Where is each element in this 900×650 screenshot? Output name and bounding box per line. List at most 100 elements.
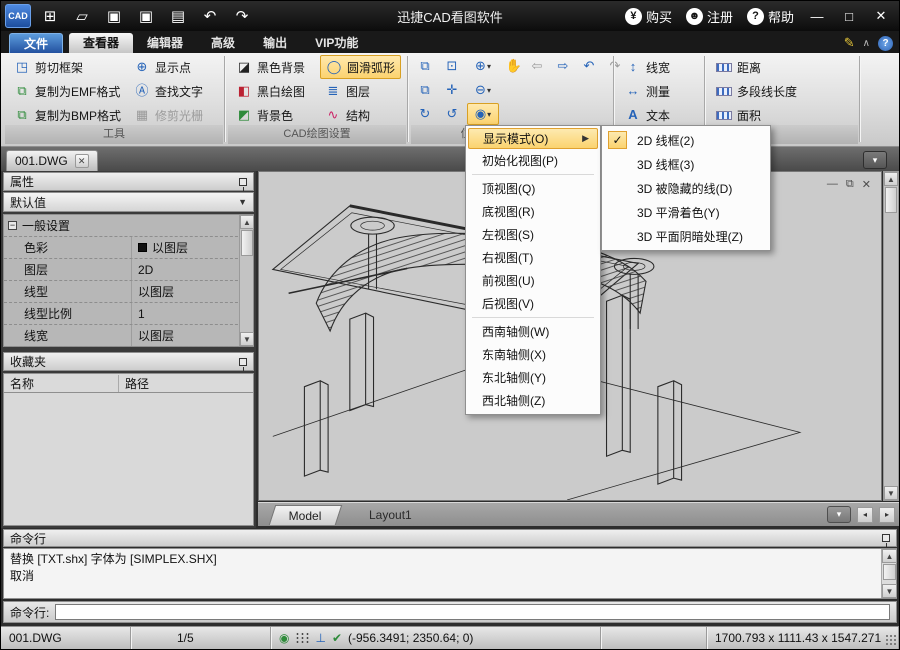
tab-model[interactable]: Model bbox=[268, 504, 342, 525]
find-text-button[interactable]: Ⓐ 查找文字 bbox=[129, 79, 208, 103]
scroll-thumb[interactable] bbox=[883, 564, 896, 580]
snap-icon[interactable]: ◉ bbox=[279, 631, 289, 645]
tab-output[interactable]: 输出 bbox=[249, 33, 301, 53]
menu-item-left-view[interactable]: 左视图(S) bbox=[468, 223, 598, 246]
text-button[interactable]: A 文本 bbox=[620, 103, 675, 127]
save-button[interactable]: ▣ bbox=[101, 4, 127, 28]
property-row-linetype-scale[interactable]: 线型比例 1 bbox=[4, 303, 253, 325]
new-file-button[interactable]: ⊞ bbox=[37, 4, 63, 28]
scroll-right-icon[interactable]: ▸ bbox=[879, 506, 895, 523]
menu-item-ne-iso[interactable]: 东北轴侧(Y) bbox=[468, 366, 598, 389]
orbit-button[interactable]: ↺ bbox=[440, 103, 464, 125]
canvas-vertical-scrollbar[interactable]: ▲ ▼ bbox=[883, 171, 899, 501]
nav-forward-button[interactable]: ⇨ bbox=[551, 55, 575, 77]
close-tab-icon[interactable]: ✕ bbox=[74, 154, 89, 168]
polyline-length-button[interactable]: 多段线长度 bbox=[711, 79, 802, 103]
copy-emf-button[interactable]: ⧉ 复制为EMF格式 bbox=[9, 79, 126, 103]
redo-button[interactable]: ↷ bbox=[229, 4, 255, 28]
property-row-color[interactable]: 色彩 以图层 bbox=[4, 237, 253, 259]
favorites-list[interactable] bbox=[3, 393, 254, 526]
property-group-row[interactable]: − 一般设置 bbox=[4, 215, 253, 237]
layout-list-chevron-button[interactable]: ▾ bbox=[827, 506, 851, 523]
zoom-in-button[interactable]: ⊕ ▾ bbox=[467, 55, 499, 77]
submenu-item-3d-wireframe[interactable]: 3D 线框(3) bbox=[604, 152, 768, 176]
collapse-ribbon-icon[interactable]: ∧ bbox=[863, 38, 870, 49]
show-points-button[interactable]: ⊕ 显示点 bbox=[129, 55, 208, 79]
paste-view-button[interactable]: ⧉ bbox=[413, 55, 437, 77]
tab-editor[interactable]: 编辑器 bbox=[133, 33, 197, 53]
scroll-thumb[interactable] bbox=[885, 187, 897, 213]
submenu-item-3d-hidden-lines[interactable]: 3D 被隐藏的线(D) bbox=[604, 176, 768, 200]
undo-button[interactable]: ↶ bbox=[197, 4, 223, 28]
scroll-up-icon[interactable]: ▲ bbox=[882, 549, 897, 563]
bg-color-button[interactable]: ◩ 背景色 bbox=[231, 103, 310, 127]
save-pdf-button[interactable]: ▣ bbox=[133, 4, 159, 28]
command-input[interactable] bbox=[55, 604, 890, 620]
menu-item-right-view[interactable]: 右视图(T) bbox=[468, 246, 598, 269]
menu-item-top-view[interactable]: 顶视图(Q) bbox=[468, 177, 598, 200]
clip-frame-button[interactable]: ◳ 剪切框架 bbox=[9, 55, 126, 79]
document-tab[interactable]: 001.DWG ✕ bbox=[6, 150, 98, 171]
tab-viewer[interactable]: 查看器 bbox=[69, 33, 134, 53]
scroll-left-icon[interactable]: ◂ bbox=[857, 506, 873, 523]
pin-icon[interactable] bbox=[239, 177, 247, 191]
property-row-linetype[interactable]: 线型 以图层 bbox=[4, 281, 253, 303]
copy-view-button[interactable]: ⧉ bbox=[413, 79, 437, 101]
grid-icon[interactable] bbox=[295, 632, 310, 644]
black-bg-button[interactable]: ◪ 黑色背景 bbox=[231, 55, 310, 79]
scroll-thumb[interactable] bbox=[241, 230, 253, 256]
print-button[interactable]: ▤ bbox=[165, 4, 191, 28]
resize-grip[interactable] bbox=[885, 634, 897, 646]
menu-item-front-view[interactable]: 前视图(U) bbox=[468, 269, 598, 292]
properties-scrollbar[interactable]: ▲ ▼ bbox=[239, 215, 254, 346]
properties-preset-combobox[interactable]: 默认值 ▼ bbox=[3, 192, 254, 212]
area-button[interactable]: 面积 bbox=[711, 103, 802, 127]
scroll-up-icon[interactable]: ▲ bbox=[240, 215, 254, 229]
tab-file[interactable]: 文件 bbox=[9, 33, 64, 53]
help-button[interactable]: ? 帮助 bbox=[742, 4, 799, 28]
tree-collapse-icon[interactable]: − bbox=[8, 221, 17, 230]
submenu-item-2d-wireframe[interactable]: ✓ 2D 线框(2) bbox=[604, 128, 768, 152]
property-row-lineweight[interactable]: 线宽 以图层 bbox=[4, 325, 253, 347]
ribbon-help-icon[interactable]: ? bbox=[878, 35, 893, 51]
tab-list-chevron-button[interactable]: ▾ bbox=[863, 151, 887, 169]
menu-item-se-iso[interactable]: 东南轴侧(X) bbox=[468, 343, 598, 366]
menu-item-init-view[interactable]: 初始化视图(P) bbox=[468, 149, 598, 172]
zoom-window-button[interactable]: ⊡ bbox=[440, 55, 464, 77]
view-undo-button[interactable]: ↶ bbox=[577, 55, 601, 77]
zoom-fit-button[interactable]: ✛ bbox=[440, 79, 464, 101]
app-logo[interactable]: CAD bbox=[5, 4, 31, 28]
rotate-view-button[interactable]: ↻ bbox=[413, 103, 437, 125]
bw-draw-button[interactable]: ◧ 黑白绘图 bbox=[231, 79, 310, 103]
menu-item-display-mode[interactable]: 显示模式(O) ▶ bbox=[468, 128, 598, 149]
pin-icon[interactable] bbox=[882, 534, 890, 547]
ortho-icon[interactable]: ⊥ bbox=[315, 631, 325, 645]
zoom-out-button[interactable]: ⊖ ▾ bbox=[467, 79, 499, 101]
line-width-button[interactable]: ↕ 线宽 bbox=[620, 55, 675, 79]
scroll-down-icon[interactable]: ▼ bbox=[882, 584, 897, 598]
structure-button[interactable]: ∿ 结构 bbox=[320, 103, 401, 127]
tab-advanced[interactable]: 高级 bbox=[197, 33, 249, 53]
menu-item-nw-iso[interactable]: 西北轴侧(Z) bbox=[468, 389, 598, 412]
pencil-icon[interactable]: ✎ bbox=[844, 35, 855, 51]
scroll-down-icon[interactable]: ▼ bbox=[884, 486, 898, 500]
close-button[interactable]: ✕ bbox=[867, 5, 895, 27]
pin-icon[interactable] bbox=[239, 357, 247, 371]
menu-item-back-view[interactable]: 后视图(V) bbox=[468, 292, 598, 315]
column-name[interactable]: 名称 bbox=[4, 374, 119, 392]
osnap-icon[interactable]: ✔ bbox=[332, 631, 342, 645]
submenu-item-3d-smooth-shaded[interactable]: 3D 平滑着色(Y) bbox=[604, 200, 768, 224]
copy-bmp-button[interactable]: ⧉ 复制为BMP格式 bbox=[9, 103, 126, 127]
smooth-arc-button[interactable]: ◯ 圆滑弧形 bbox=[320, 55, 402, 79]
pan-button[interactable]: ✋ bbox=[502, 55, 526, 77]
command-history[interactable]: 替换 [TXT.shx] 字体为 [SIMPLEX.SHX] 取消 ▲ ▼ bbox=[3, 548, 897, 599]
distance-button[interactable]: 距离 bbox=[711, 55, 802, 79]
minimize-button[interactable]: — bbox=[803, 5, 831, 27]
column-path[interactable]: 路径 bbox=[119, 375, 149, 392]
open-file-button[interactable]: ▱ bbox=[69, 4, 95, 28]
tab-vip[interactable]: VIP功能 bbox=[301, 33, 372, 53]
property-row-layer[interactable]: 图层 2D bbox=[4, 259, 253, 281]
scroll-up-icon[interactable]: ▲ bbox=[884, 172, 898, 186]
command-scrollbar[interactable]: ▲ ▼ bbox=[881, 549, 897, 598]
tab-layout1[interactable]: Layout1 bbox=[349, 505, 430, 525]
